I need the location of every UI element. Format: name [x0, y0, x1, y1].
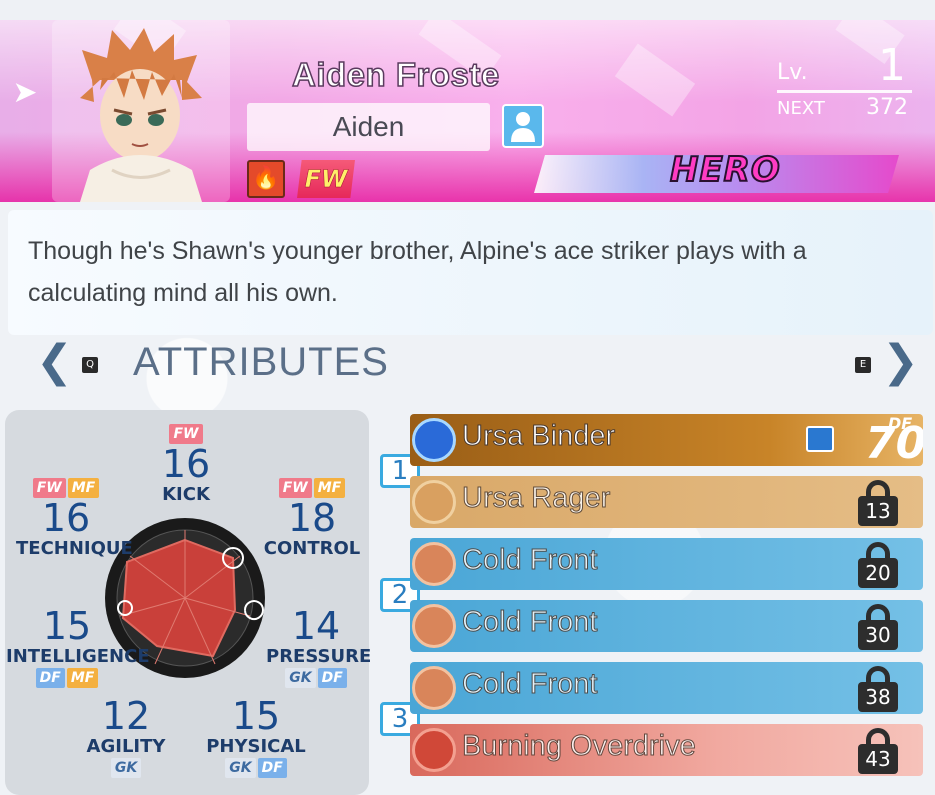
tag-df: DF — [35, 668, 65, 688]
move-name: Cold Front — [461, 544, 598, 577]
tag-gk: GK — [285, 668, 316, 688]
stat-control-value: 18 — [287, 496, 337, 540]
lock-icon: 30 — [858, 604, 898, 650]
move-item-ursa-binder[interactable]: Ursa Binder DF 70 — [410, 414, 923, 466]
rank-label: HERO — [669, 149, 781, 191]
next-exp-value: 372 — [866, 95, 908, 120]
player-description: Though he's Shawn's younger brother, Alp… — [8, 210, 933, 335]
move-item-ursa-rager[interactable]: Ursa Rager 13 — [410, 476, 923, 528]
stat-control: FW MF 18 CONTROL — [262, 478, 362, 560]
move-item-cold-front-3[interactable]: Cold Front 38 — [410, 662, 923, 714]
stat-technique-label: TECHNIQUE — [16, 538, 133, 559]
equip-grid-icon — [806, 426, 834, 452]
next-key-hint: E — [855, 357, 871, 373]
tag-mf: MF — [313, 478, 346, 498]
move-item-cold-front-2[interactable]: Cold Front 30 — [410, 600, 923, 652]
unlock-level: 38 — [858, 682, 898, 712]
player-portrait — [52, 20, 230, 202]
stat-physical: 15 PHYSICAL GK DF — [206, 696, 306, 778]
shoot-move-icon — [412, 666, 456, 710]
position-tag: FW — [297, 160, 355, 198]
profile-icon[interactable] — [502, 104, 544, 148]
stat-kick: FW 16 KICK — [136, 424, 236, 506]
player-portrait-art — [80, 28, 202, 202]
stat-intelligence-label: INTELLIGENCE — [6, 646, 150, 667]
lock-icon: 38 — [858, 666, 898, 712]
tag-df: DF — [317, 668, 347, 688]
section-title: ATTRIBUTES — [133, 340, 389, 384]
move-item-cold-front-1[interactable]: Cold Front 20 — [410, 538, 923, 590]
level-label: Lv. — [777, 60, 808, 85]
lock-icon: 13 — [858, 480, 898, 526]
block-move-icon — [412, 418, 456, 462]
lock-icon: 43 — [858, 728, 898, 774]
stat-control-label: CONTROL — [263, 538, 361, 559]
move-name: Cold Front — [461, 668, 598, 701]
unlock-level: 43 — [858, 744, 898, 774]
tag-gk: GK — [110, 758, 142, 778]
move-name: Burning Overdrive — [462, 730, 697, 763]
move-name: Ursa Binder — [461, 420, 616, 453]
fire-element-icon: 🔥 — [247, 160, 285, 198]
decor-shard — [614, 43, 696, 117]
unlock-level: 13 — [858, 496, 898, 526]
stat-pressure-label: PRESSURE — [266, 646, 372, 667]
prev-key-hint: Q — [82, 357, 98, 373]
move-name: Ursa Rager — [461, 482, 611, 515]
tag-fw: FW — [169, 424, 203, 444]
stat-pressure: 14 PRESSURE GK DF — [266, 604, 372, 688]
unlock-level: 20 — [858, 558, 898, 588]
stat-kick-label: KICK — [162, 484, 210, 505]
prev-page-arrow-icon[interactable]: ❮ — [36, 340, 73, 384]
shoot-move-icon — [412, 604, 456, 648]
shoot-move-icon — [412, 480, 456, 524]
stat-agility: 12 AGILITY GK — [76, 696, 176, 778]
shoot-move-icon — [412, 542, 456, 586]
stat-physical-label: PHYSICAL — [206, 736, 306, 757]
tag-mf: MF — [66, 668, 99, 688]
stat-technique: FW MF 16 TECHNIQUE — [16, 478, 133, 560]
stat-agility-value: 12 — [101, 694, 151, 738]
stat-agility-label: AGILITY — [86, 736, 166, 757]
lock-icon: 20 — [858, 542, 898, 588]
stat-physical-value: 15 — [231, 694, 281, 738]
person-icon — [511, 112, 535, 142]
stat-intelligence-value: 15 — [42, 604, 92, 648]
stat-pressure-value: 14 — [291, 604, 341, 648]
move-item-burning-overdrive[interactable]: Burning Overdrive 43 — [410, 724, 923, 776]
move-name: Cold Front — [461, 606, 598, 639]
level-value: 1 — [878, 40, 906, 91]
next-page-arrow-icon[interactable]: ❯ — [882, 340, 919, 384]
back-arrow-icon[interactable]: ➤ — [10, 76, 40, 110]
tag-fw: FW — [278, 478, 312, 498]
level-divider — [777, 90, 912, 93]
tag-fw: FW — [32, 478, 66, 498]
move-power: 70 — [865, 418, 923, 466]
tag-df: DF — [257, 758, 287, 778]
nickname-field[interactable]: Aiden — [247, 103, 490, 151]
unlock-level: 30 — [858, 620, 898, 650]
fire-move-icon — [412, 728, 456, 772]
stat-intelligence: 15 INTELLIGENCE DF MF — [6, 604, 150, 688]
player-name: Aiden Froste — [291, 55, 500, 94]
tag-gk: GK — [225, 758, 256, 778]
stat-technique-value: 16 — [41, 496, 91, 540]
tag-mf: MF — [67, 478, 100, 498]
stat-kick-value: 16 — [161, 442, 211, 486]
next-label: NEXT — [777, 98, 825, 119]
